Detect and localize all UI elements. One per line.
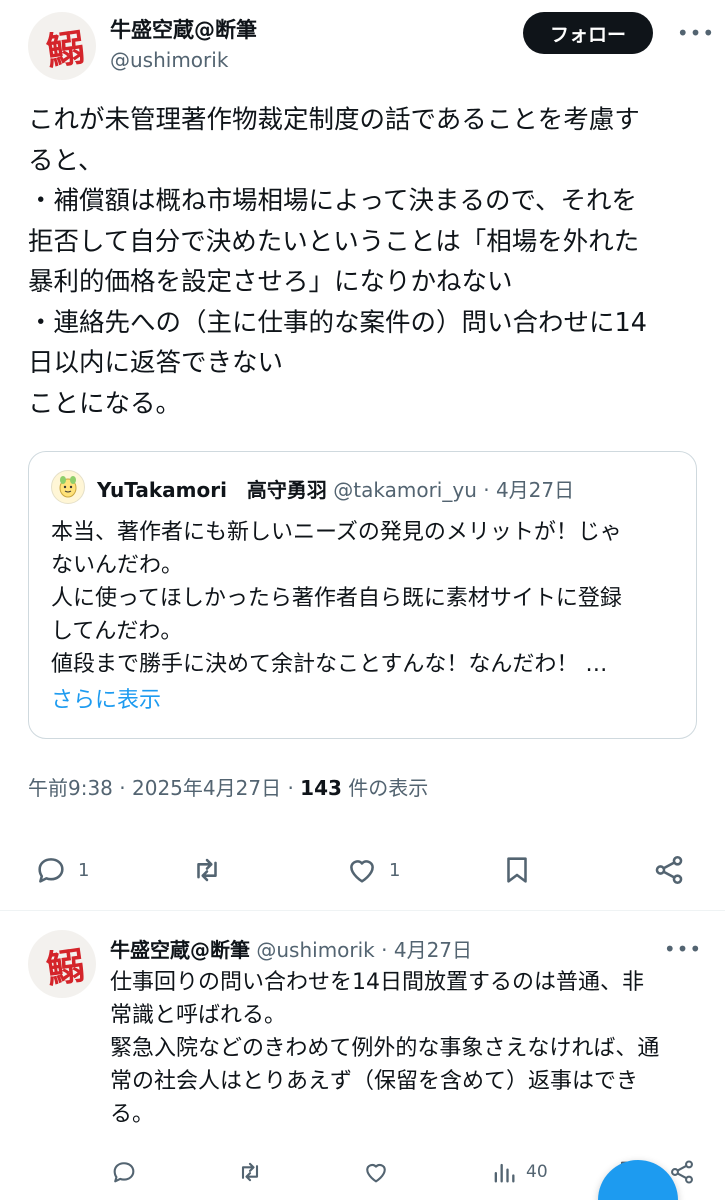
quote-header: YuTakamori 高守勇羽 @takamori_yu · 4月27日 — [97, 474, 574, 503]
post-text: これが未管理著作物裁定制度の話であることを考慮す ると、 ・補償額は概ね市場相場… — [28, 105, 647, 419]
reply-share-button[interactable] — [668, 1158, 696, 1186]
avatar-glyph: 鰯 — [43, 24, 82, 74]
like-button[interactable]: 1 — [345, 853, 400, 887]
more-icon[interactable]: ••• — [677, 18, 714, 48]
bookmark-icon — [507, 857, 527, 883]
post-date[interactable]: 2025年4月27日 — [132, 776, 281, 800]
meta-separator: · — [119, 776, 132, 800]
author-name[interactable]: 牛盛空蔵@断筆 — [110, 14, 257, 44]
repost-icon — [197, 858, 217, 882]
reply-author-name[interactable]: 牛盛空蔵@断筆 — [110, 938, 250, 962]
like-icon — [366, 1163, 386, 1183]
meta-separator: · — [287, 776, 301, 800]
reply-separator: · — [381, 938, 394, 962]
divider — [0, 910, 725, 911]
reply-like-button[interactable] — [362, 1158, 390, 1186]
reply-button[interactable]: 1 — [34, 853, 89, 887]
quote-avatar[interactable] — [51, 470, 85, 504]
share-button[interactable] — [652, 853, 686, 887]
compose-fab[interactable] — [598, 1160, 678, 1200]
author-handle[interactable]: @ushimorik — [110, 48, 228, 72]
reply-views-button[interactable]: 40 — [490, 1158, 548, 1186]
reply-repost-button[interactable] — [236, 1158, 264, 1186]
character-icon — [59, 476, 77, 498]
reply-views-count: 40 — [526, 1162, 548, 1182]
post-time: 午前9:38 — [28, 776, 113, 800]
views-count: 143 — [300, 776, 342, 800]
bookmark-button[interactable] — [500, 853, 534, 887]
repost-icon — [241, 1162, 259, 1182]
share-icon — [671, 1160, 693, 1184]
quote-author-handle: @takamori_yu — [333, 478, 477, 502]
reply-count: 1 — [78, 859, 90, 881]
reply-author-handle[interactable]: @ushimorik — [256, 938, 374, 962]
views-label: 件の表示 — [348, 776, 429, 800]
reply-more-icon[interactable]: ••• — [664, 934, 701, 964]
like-count: 1 — [389, 859, 401, 881]
post-metadata: 午前9:38 · 2025年4月27日 · 143 件の表示 — [28, 772, 428, 801]
reply-header: 牛盛空蔵@断筆 @ushimorik · 4月27日 — [110, 934, 472, 963]
quoted-post[interactable]: YuTakamori 高守勇羽 @takamori_yu · 4月27日 本当、… — [28, 451, 697, 739]
views-icon — [494, 1163, 515, 1183]
quote-date: 4月27日 — [495, 478, 575, 502]
author-avatar[interactable]: 鰯 — [28, 12, 96, 80]
repost-button[interactable] — [190, 853, 224, 887]
reply-icon — [38, 858, 64, 883]
share-icon — [655, 855, 683, 885]
like-icon — [350, 860, 374, 883]
follow-button[interactable]: フォロー — [523, 12, 653, 54]
quote-author-name: YuTakamori 高守勇羽 — [97, 478, 327, 502]
reply-icon — [113, 1162, 135, 1183]
avatar-glyph: 鰯 — [43, 942, 82, 992]
reply-date[interactable]: 4月27日 — [394, 938, 472, 962]
reply-author-avatar[interactable]: 鰯 — [28, 930, 96, 998]
quote-separator: · — [483, 478, 496, 502]
reply-text: 仕事回りの問い合わせを14日間放置するのは普通、非 常識と呼ばれる。 緊急入院な… — [110, 970, 660, 1127]
show-more-link[interactable]: さらに表示 — [51, 682, 161, 714]
quote-text: 本当、著作者にも新しいニーズの発見のメリットが！じゃ ないんだわ。 人に使ってほ… — [51, 520, 622, 677]
reply-reply-button[interactable] — [110, 1158, 138, 1186]
